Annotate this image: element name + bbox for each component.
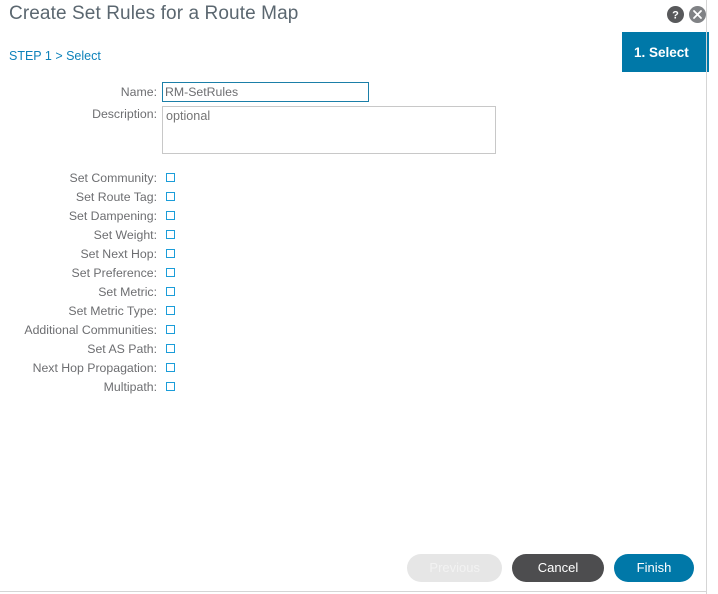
checkbox-set-next-hop[interactable] — [166, 249, 175, 258]
previous-button[interactable]: Previous — [407, 554, 502, 582]
checkbox-label: Set Next Hop: — [80, 247, 157, 261]
checkbox-label: Set Preference: — [71, 266, 157, 280]
checkbox-set-metric[interactable] — [166, 287, 175, 296]
checkbox-row-set-metric: Set Metric: — [0, 283, 706, 302]
checkbox-label: Set Dampening: — [68, 209, 157, 223]
checkbox-row-next-hop-propagation: Next Hop Propagation: — [0, 359, 706, 378]
set-rules-form: Name: Description: Set Community: Set Ro… — [0, 82, 706, 397]
name-input[interactable] — [162, 82, 369, 102]
finish-button[interactable]: Finish — [614, 554, 694, 582]
name-label: Name: — [120, 85, 157, 99]
checkbox-set-dampening[interactable] — [166, 211, 175, 220]
checkbox-additional-communities[interactable] — [166, 325, 175, 334]
checkbox-row-set-preference: Set Preference: — [0, 264, 706, 283]
checkbox-row-set-metric-type: Set Metric Type: — [0, 302, 706, 321]
checkbox-row-set-as-path: Set AS Path: — [0, 340, 706, 359]
create-set-rules-dialog: Create Set Rules for a Route Map ? STEP … — [0, 0, 718, 594]
checkbox-row-multipath: Multipath: — [0, 378, 706, 397]
checkbox-label: Set Route Tag: — [75, 190, 157, 204]
checkbox-label: Additional Communities: — [24, 323, 157, 337]
checkbox-label: Multipath: — [103, 380, 157, 394]
checkbox-label: Set Weight: — [93, 228, 157, 242]
checkbox-row-set-route-tag: Set Route Tag: — [0, 188, 706, 207]
checkbox-set-as-path[interactable] — [166, 344, 175, 353]
checkbox-next-hop-propagation[interactable] — [166, 363, 175, 372]
description-label: Description: — [92, 107, 157, 121]
checkbox-multipath[interactable] — [166, 382, 175, 391]
checkbox-row-additional-communities: Additional Communities: — [0, 321, 706, 340]
checkbox-label: Set Metric: — [98, 285, 157, 299]
checkbox-set-preference[interactable] — [166, 268, 175, 277]
tab-step-1-select[interactable]: 1. Select — [622, 32, 709, 72]
checkbox-row-set-dampening: Set Dampening: — [0, 207, 706, 226]
description-textarea[interactable] — [162, 106, 496, 154]
checkbox-label: Set Metric Type: — [68, 304, 157, 318]
step-tab-label: 1. Select — [634, 44, 689, 60]
checkbox-label: Next Hop Propagation: — [32, 361, 157, 375]
cancel-button[interactable]: Cancel — [512, 554, 604, 582]
dialog-right-border — [706, 0, 707, 594]
header-icon-group: ? — [667, 6, 706, 23]
checkbox-row-set-weight: Set Weight: — [0, 226, 706, 245]
dialog-bottom-border — [0, 591, 707, 592]
breadcrumb[interactable]: STEP 1 > Select — [9, 49, 101, 63]
svg-text:?: ? — [672, 10, 679, 22]
checkbox-label: Set Community: — [69, 171, 157, 185]
checkbox-row-set-community: Set Community: — [0, 169, 706, 188]
checkbox-set-route-tag[interactable] — [166, 192, 175, 201]
help-icon[interactable]: ? — [667, 6, 684, 23]
checkbox-set-weight[interactable] — [166, 230, 175, 239]
checkbox-set-metric-type[interactable] — [166, 306, 175, 315]
checkbox-set-community[interactable] — [166, 173, 175, 182]
checkbox-row-set-next-hop: Set Next Hop: — [0, 245, 706, 264]
description-row: Description: — [0, 106, 706, 163]
dialog-footer: Previous Cancel Finish — [0, 552, 706, 584]
page-title: Create Set Rules for a Route Map — [9, 3, 299, 24]
close-icon[interactable] — [689, 6, 706, 23]
name-row: Name: — [0, 82, 706, 106]
checkbox-label: Set AS Path: — [87, 342, 157, 356]
